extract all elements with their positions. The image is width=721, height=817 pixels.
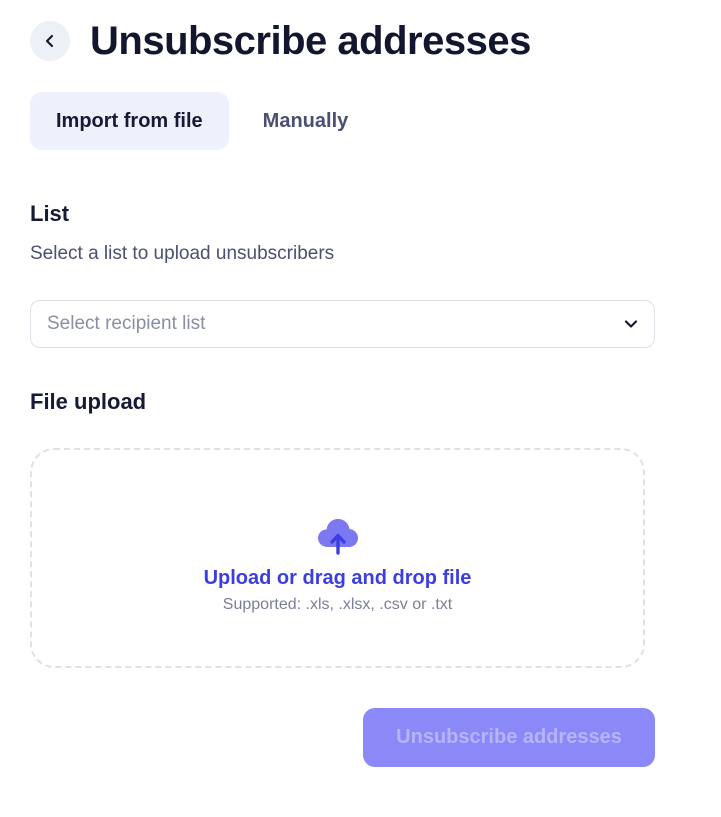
unsubscribe-addresses-button[interactable]: Unsubscribe addresses bbox=[363, 708, 655, 767]
cloud-upload-icon bbox=[317, 518, 358, 555]
chevron-down-icon bbox=[624, 320, 638, 328]
file-upload-section-title: File upload bbox=[30, 389, 147, 414]
file-dropzone[interactable]: Upload or drag and drop file Supported: … bbox=[30, 448, 645, 668]
list-section-title: List bbox=[30, 201, 70, 226]
tab-manually[interactable]: Manually bbox=[237, 92, 375, 150]
unsubscribe-page: Unsubscribe addresses Import from file M… bbox=[0, 0, 721, 817]
supported-formats-hint: Supported: .xls, .xlsx, .csv or .txt bbox=[222, 595, 453, 613]
list-section-subtitle: Select a list to upload unsubscribers bbox=[30, 243, 335, 264]
back-button[interactable] bbox=[30, 21, 70, 61]
page-title: Unsubscribe addresses bbox=[90, 19, 531, 63]
upload-link[interactable]: Upload or drag and drop file bbox=[204, 567, 472, 590]
recipient-list-placeholder: Select recipient list bbox=[47, 313, 206, 334]
tab-import-from-file[interactable]: Import from file bbox=[30, 92, 229, 150]
import-mode-tabs: Import from file Manually bbox=[30, 92, 374, 150]
recipient-list-select[interactable]: Select recipient list bbox=[30, 300, 655, 348]
chevron-left-icon bbox=[45, 34, 54, 48]
